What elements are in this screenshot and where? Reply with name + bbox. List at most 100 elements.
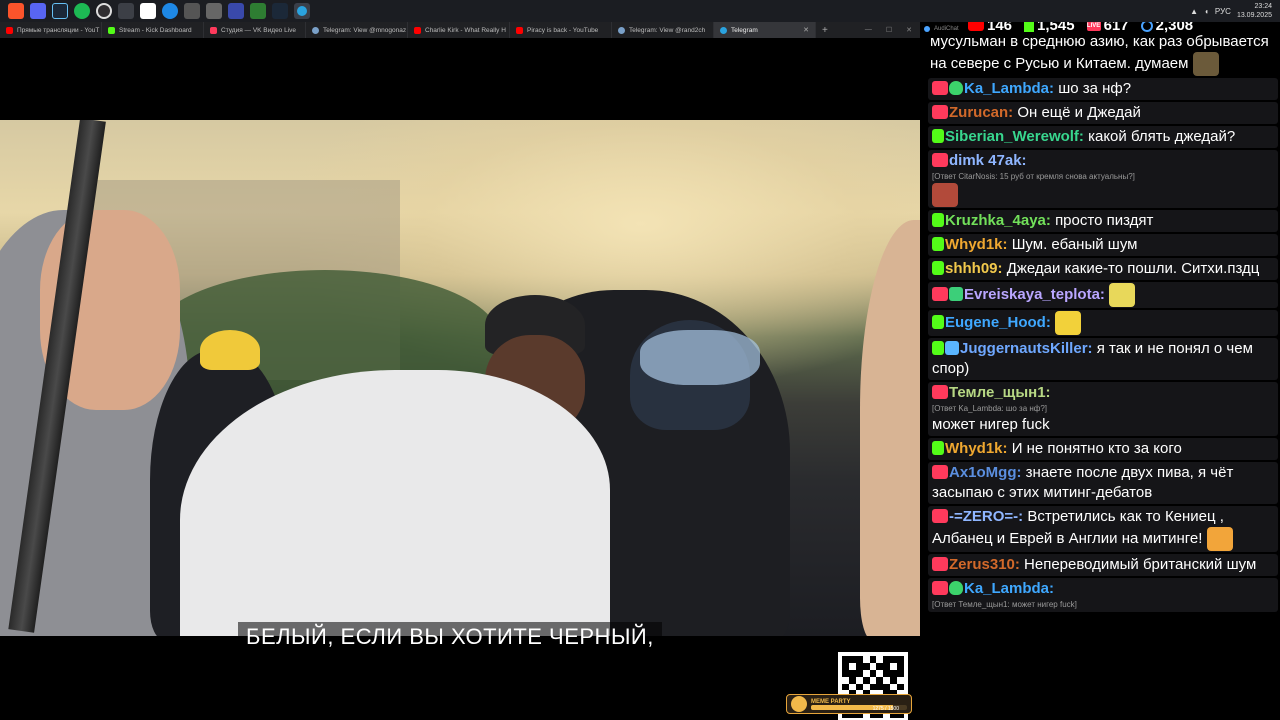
kick-icon — [108, 26, 115, 34]
close-icon[interactable]: ✕ — [803, 26, 809, 34]
chat-username[interactable]: Whyd1k: — [945, 236, 1012, 253]
browser-tab[interactable]: Студия — VK Видео Live — [204, 22, 306, 38]
vk-live-icon — [932, 105, 948, 119]
chat-username[interactable]: -=ZERO=-: — [949, 508, 1027, 525]
meme-progress-value: 1275 / 1500 — [872, 706, 899, 712]
vk-live-icon — [932, 153, 948, 167]
app-icon[interactable] — [118, 3, 134, 19]
tool-icon[interactable] — [184, 3, 200, 19]
browser-tab[interactable]: Charlie Kirk - What Really H — [408, 22, 510, 38]
browser-tab[interactable]: Telegram: View @rand2ch — [612, 22, 714, 38]
vk-live-icon — [932, 286, 948, 301]
pencil-icon — [949, 286, 963, 301]
kick-icon — [932, 129, 944, 143]
chat-username[interactable]: shhh09: — [945, 260, 1007, 277]
emote-icon — [1055, 311, 1082, 335]
browser-tab-active[interactable]: Telegram ✕ — [714, 22, 816, 38]
obs-icon[interactable] — [96, 3, 112, 19]
chat-message: Evreiskaya_teplota: — [928, 282, 1278, 308]
chat-username[interactable]: Zurucan: — [949, 104, 1017, 121]
discord-icon[interactable] — [30, 3, 46, 19]
tab-label: Piracy is back - YouTube — [527, 26, 599, 34]
viewer-stats: 146 1,545 LIVE 617 2,308 — [968, 22, 1194, 34]
browser-tab[interactable]: Stream - Kick Dashboard — [102, 22, 204, 38]
close-icon[interactable]: ✕ — [906, 26, 912, 34]
chat-message: Ka_Lambda: шо за нф? — [928, 78, 1278, 100]
chat-reply-quote: [Ответ Ka_Lambda: шо за нф?] — [932, 404, 1048, 413]
chat-message: Siberian_Werewolf: какой блять джедай? — [928, 126, 1278, 148]
shield-icon — [949, 581, 963, 595]
chat-username[interactable]: Evreiskaya_teplota: — [964, 286, 1109, 303]
new-tab-button[interactable]: + — [816, 25, 834, 36]
system-tray: ▲ ◖ РУС 23:24 13.09.2025 — [1190, 0, 1280, 22]
vk-viewers: LIVE 617 — [1086, 22, 1129, 34]
steam-icon[interactable] — [272, 3, 288, 19]
maximize-icon[interactable]: ☐ — [886, 26, 892, 34]
chat-username[interactable]: Ax1oMgg: — [949, 464, 1026, 481]
clock[interactable]: 23:24 13.09.2025 — [1237, 2, 1272, 20]
chat-message: Whyd1k: Шум. ебаный шум — [928, 234, 1278, 256]
chat-username[interactable]: Eugene_Hood: — [945, 314, 1055, 331]
rocket-icon — [945, 341, 959, 355]
kick-icon — [932, 237, 944, 251]
chat-message: Ka_Lambda: [Ответ Темле_щын1: может ниге… — [928, 578, 1278, 612]
brave-icon[interactable] — [8, 3, 24, 19]
browser-tab[interactable]: Прямые трансляции - YouT — [0, 22, 102, 38]
browser-tab[interactable]: Piracy is back - YouTube — [510, 22, 612, 38]
unity-icon[interactable] — [140, 3, 156, 19]
chat-message: Kruzhka_4aya: просто пиздят — [928, 210, 1278, 232]
tab-label: Студия — VK Видео Live — [221, 26, 297, 34]
vk-count: 617 — [1103, 22, 1129, 34]
globe-icon — [618, 26, 625, 34]
chat-message: Zerus310: Непереводимый британский шум — [928, 554, 1278, 576]
clock-time: 23:24 — [1254, 3, 1272, 10]
chat-message-text: может нигер fuck — [932, 416, 1050, 433]
chat-username[interactable]: Ka_Lambda: — [964, 580, 1054, 597]
chat-message: shhh09: Джедаи какие-то пошли. Ситхи.пзд… — [928, 258, 1278, 280]
tab-label: Прямые трансляции - YouT — [17, 26, 100, 34]
chat-username[interactable]: Kruzhka_4aya: — [945, 212, 1055, 229]
globe-icon — [312, 26, 319, 34]
chat-username[interactable]: Siberian_Werewolf: — [945, 128, 1088, 145]
kick-icon — [1024, 22, 1035, 32]
vk-icon — [210, 26, 217, 34]
emote-icon — [1109, 283, 1136, 307]
minimize-icon[interactable]: — — [865, 26, 872, 34]
chat-username[interactable]: Ka_Lambda: — [964, 80, 1058, 97]
chat-message: dimk 47ak: [Ответ CitarNosis: 15 руб от … — [928, 150, 1278, 208]
app-icon[interactable] — [250, 3, 266, 19]
chat-username[interactable]: dimk 47ak: — [949, 152, 1027, 169]
emote-icon — [1192, 52, 1219, 76]
chat-username[interactable]: Темле_щын1: — [949, 384, 1051, 401]
network-icon[interactable]: ▲ — [1190, 7, 1198, 16]
volume-icon[interactable]: ◖ — [1204, 7, 1209, 16]
emote-icon — [932, 183, 958, 207]
chat-username[interactable]: Zerus310: — [949, 556, 1024, 573]
chat-message-list: мусульман в среднюю азию, как раз обрыва… — [920, 32, 1280, 612]
total-count: 2,308 — [1155, 22, 1194, 34]
chat-username[interactable]: JuggernautsKiller: — [960, 340, 1097, 357]
vk-live-icon — [932, 81, 948, 95]
kick-icon — [932, 314, 944, 329]
app-icon — [924, 26, 930, 32]
video-player[interactable]: БЕЛЫЙ, ЕСЛИ ВЫ ХОТИТЕ ЧЕРНЫЙ, — [0, 38, 920, 720]
steam-icon[interactable] — [52, 3, 68, 19]
tool-icon[interactable] — [206, 3, 222, 19]
chat-message: Zurucan: Он ещё и Джедай — [928, 102, 1278, 124]
vk-live-icon: LIVE — [1086, 22, 1101, 31]
chat-reply-quote: [Ответ CitarNosis: 15 руб от кремля снов… — [932, 172, 1135, 181]
capture-icon[interactable] — [162, 3, 178, 19]
app-icon[interactable] — [228, 3, 244, 19]
youtube-icon — [516, 26, 523, 34]
chat-message: Eugene_Hood: — [928, 310, 1278, 336]
spotify-icon[interactable] — [74, 3, 90, 19]
language-indicator[interactable]: РУС — [1215, 7, 1231, 16]
telegram-icon[interactable] — [294, 3, 310, 19]
browser-tab-strip: Прямые трансляции - YouT Stream - Kick D… — [0, 22, 920, 38]
chat-message-text: просто пиздят — [1055, 212, 1154, 229]
tab-label: Telegram: View @mnogonaz — [323, 26, 407, 34]
video-subtitle: БЕЛЫЙ, ЕСЛИ ВЫ ХОТИТЕ ЧЕРНЫЙ, — [238, 622, 662, 652]
chat-message-text: Джедаи какие-то пошли. Ситхи.пздц — [1006, 260, 1260, 277]
chat-username[interactable]: Whyd1k: — [945, 440, 1012, 457]
browser-tab[interactable]: Telegram: View @mnogonaz — [306, 22, 408, 38]
